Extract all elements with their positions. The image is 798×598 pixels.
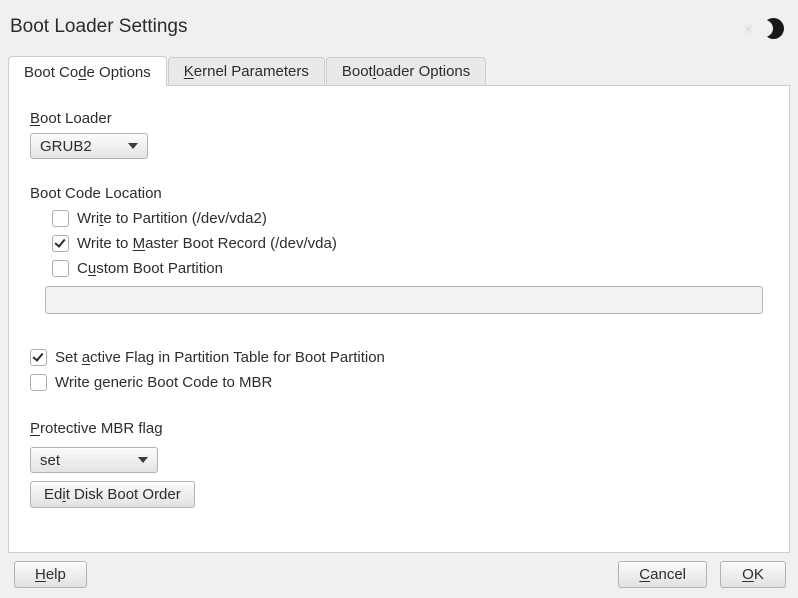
checkbox-custom-boot-partition[interactable]: Custom Boot Partition: [52, 259, 761, 278]
boot-code-location-label: Boot Code Location: [30, 185, 761, 202]
tab-label: Boot Code Options: [24, 64, 151, 81]
boot-code-options-panel: Boot Loader GRUB2 Boot Code Location Wri…: [8, 85, 790, 553]
custom-boot-partition-input[interactable]: [45, 286, 763, 314]
protective-mbr-flag-label: Protective MBR flag: [30, 420, 761, 437]
checkbox-label: Custom Boot Partition: [77, 260, 223, 277]
checkbox-box: [52, 260, 69, 277]
tab-bootloader-options[interactable]: Bootloader Options: [326, 57, 486, 85]
checkbox-write-to-master-boot-record[interactable]: Write to Master Boot Record (/dev/vda): [52, 234, 761, 253]
checkmark-icon: [54, 236, 65, 248]
crescent-moon-icon: [763, 18, 784, 39]
protective-mbr-flag-combobox[interactable]: set: [30, 447, 158, 473]
tab-label: Bootloader Options: [342, 63, 470, 80]
checkbox-box: [30, 349, 47, 366]
help-button[interactable]: Help: [14, 561, 87, 588]
page-title: Boot Loader Settings: [10, 16, 786, 38]
tab-boot-code-options[interactable]: Boot Code Options: [8, 56, 167, 86]
ok-button[interactable]: OK: [720, 561, 786, 588]
tab-bar: Boot Code Options Kernel Parameters Boot…: [0, 56, 798, 85]
edit-disk-boot-order-button[interactable]: Edit Disk Boot Order: [30, 481, 195, 508]
checkbox-set-active-flag[interactable]: Set active Flag in Partition Table for B…: [30, 348, 761, 367]
dropdown-arrow-icon: [128, 143, 138, 149]
boot-loader-label: Boot Loader: [30, 110, 761, 127]
boot-loader-combobox-value: GRUB2: [40, 138, 92, 155]
checkbox-box: [30, 374, 47, 391]
tab-kernel-parameters[interactable]: Kernel Parameters: [168, 57, 325, 85]
dropdown-arrow-icon: [138, 457, 148, 463]
checkmark-icon: [32, 350, 43, 362]
titlebar: Boot Loader Settings ☀: [0, 0, 798, 42]
protective-mbr-flag-combobox-value: set: [40, 452, 60, 469]
checkbox-box: [52, 235, 69, 252]
checkbox-label: Set active Flag in Partition Table for B…: [55, 349, 385, 366]
checkbox-label: Write to Master Boot Record (/dev/vda): [77, 235, 337, 252]
sun-icon: ☀: [742, 21, 755, 37]
checkbox-box: [52, 210, 69, 227]
footer-button-bar: Help Cancel OK: [14, 561, 786, 588]
boot-loader-combobox[interactable]: GRUB2: [30, 133, 148, 159]
tab-label: Kernel Parameters: [184, 63, 309, 80]
boot-loader-settings-window: Boot Loader Settings ☀ Boot Code Options…: [0, 0, 798, 598]
checkbox-label: Write to Partition (/dev/vda2): [77, 210, 267, 227]
cancel-button[interactable]: Cancel: [618, 561, 707, 588]
checkbox-label: Write generic Boot Code to MBR: [55, 374, 272, 391]
corner-icons: ☀: [742, 17, 786, 41]
checkbox-write-generic-boot-code[interactable]: Write generic Boot Code to MBR: [30, 373, 761, 392]
checkbox-write-to-partition[interactable]: Write to Partition (/dev/vda2): [52, 209, 761, 228]
